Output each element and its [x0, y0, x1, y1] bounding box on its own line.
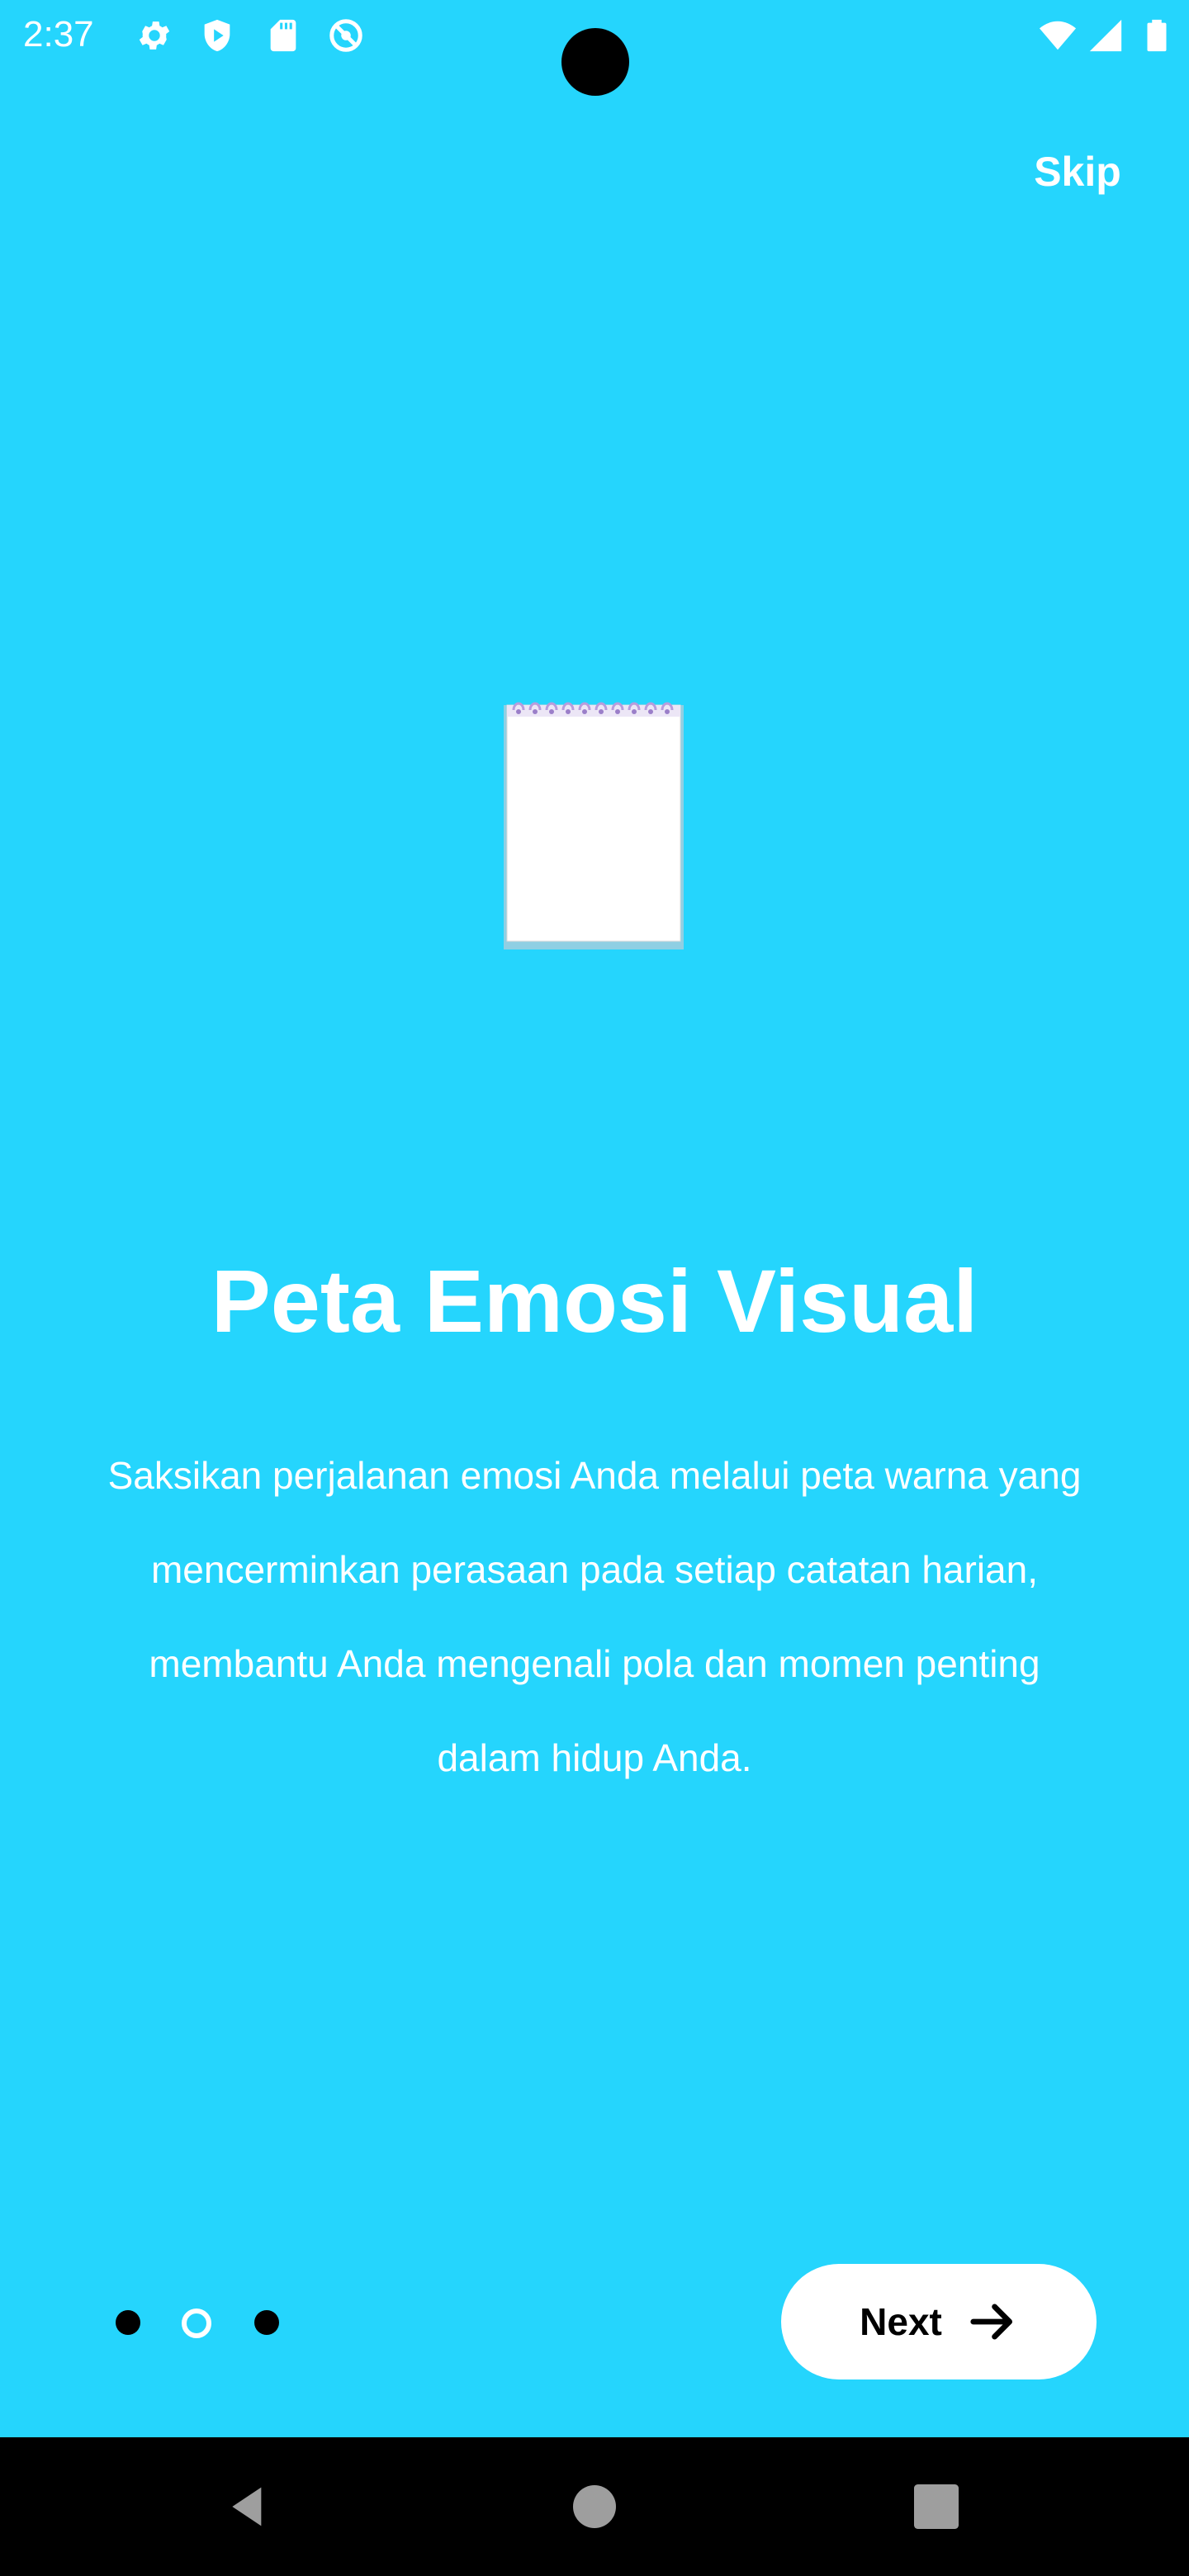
skip-button[interactable]: Skip — [1016, 142, 1139, 201]
page-dot-3[interactable] — [254, 2310, 279, 2335]
recents-button[interactable] — [897, 2467, 976, 2546]
home-icon — [573, 2485, 616, 2528]
home-button[interactable] — [555, 2467, 634, 2546]
cell-signal-icon — [1089, 19, 1122, 52]
camera-cutout — [561, 28, 629, 96]
onboarding-title: Peta Emosi Visual — [211, 1251, 978, 1351]
page-dot-2-active[interactable] — [182, 2308, 211, 2338]
recents-icon — [914, 2484, 959, 2529]
battery-icon — [1147, 19, 1167, 52]
notepad-icon — [504, 702, 684, 949]
at-sign-icon — [329, 19, 362, 52]
next-button[interactable]: Next — [781, 2264, 1097, 2379]
gear-icon — [139, 21, 170, 50]
next-button-label: Next — [860, 2300, 942, 2343]
status-time: 2:37 — [23, 14, 94, 54]
shield-icon — [204, 19, 230, 52]
sd-card-icon — [270, 19, 296, 52]
status-bar: 2:37 — [0, 0, 1189, 96]
navigation-bar — [0, 2437, 1189, 2576]
wifi-icon — [1039, 21, 1077, 50]
back-button[interactable] — [208, 2467, 287, 2546]
page-dot-1[interactable] — [116, 2310, 140, 2335]
back-icon — [232, 2487, 262, 2526]
arrow-right-icon — [970, 2304, 1012, 2340]
onboarding-description: Saksikan perjalanan emosi Anda melalui p… — [107, 1454, 1082, 1779]
